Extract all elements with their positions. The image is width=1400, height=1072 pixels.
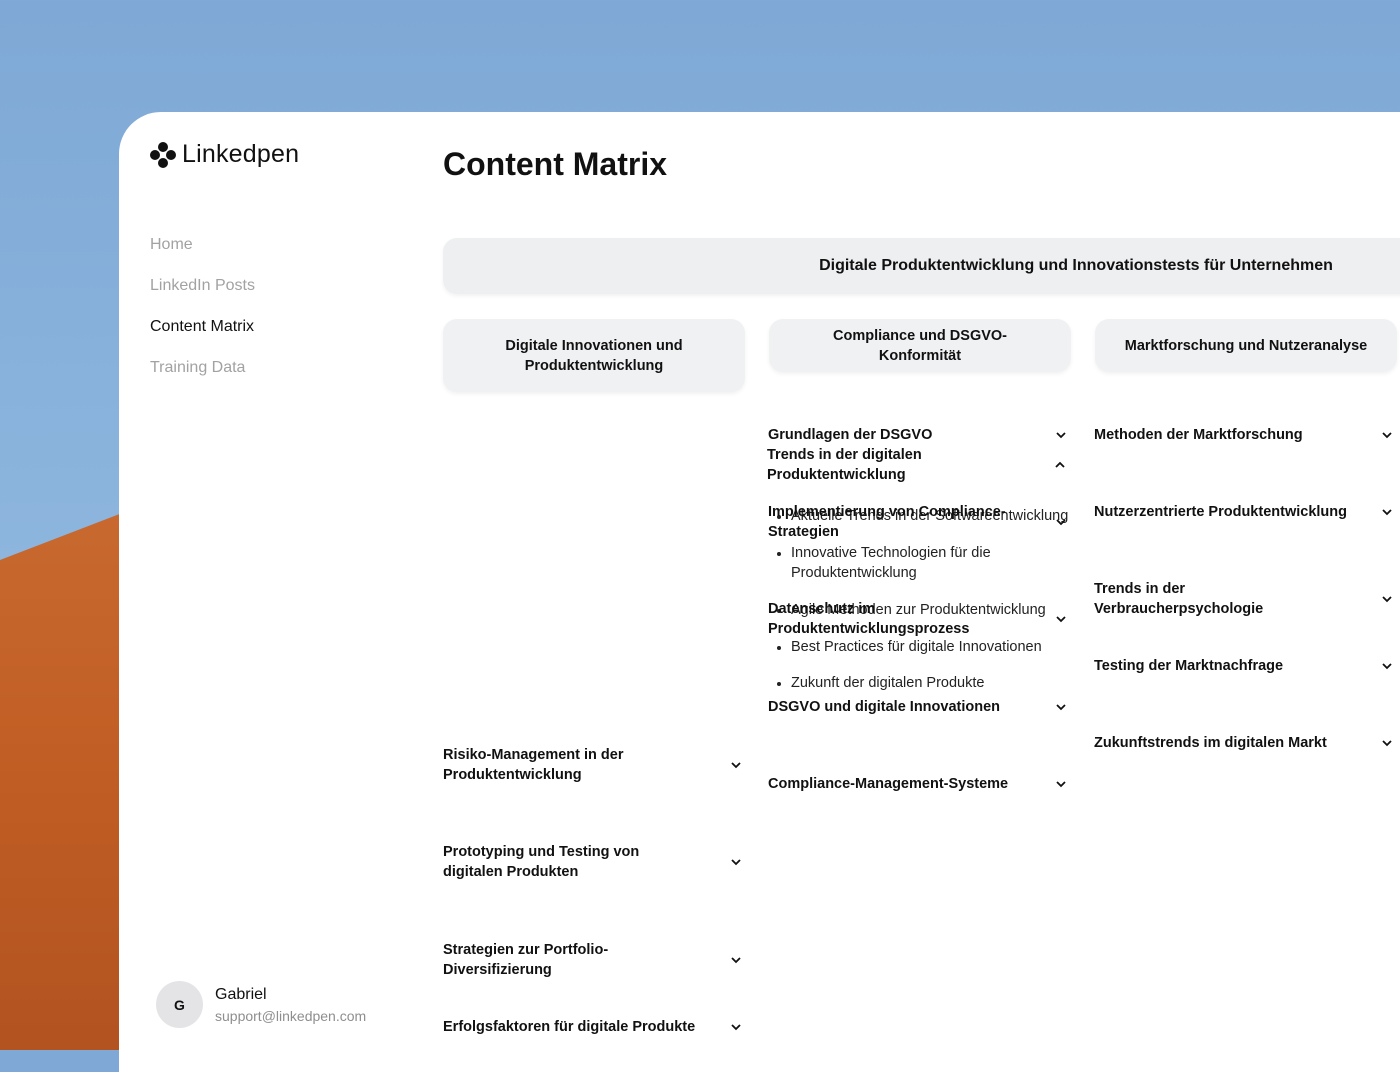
- chevron-down-icon: [1382, 663, 1392, 670]
- accordion-label: Testing der Marktnachfrage: [1094, 658, 1284, 674]
- chevron-down-icon: [1382, 509, 1392, 516]
- chevron-down-icon: [1382, 740, 1392, 747]
- accordion-item[interactable]: Nutzerzentrierte Produktentwicklung: [1094, 502, 1396, 522]
- chevron-down-icon: [731, 957, 741, 964]
- accordion-label: Trends in der digitalen Produktentwicklu…: [767, 447, 922, 483]
- accordion-item[interactable]: Compliance-Management-Systeme: [768, 774, 1070, 794]
- accordion-label: Erfolgsfaktoren für digitale Produkte: [443, 1019, 696, 1035]
- column-header: Compliance und DSGVO-Konformität: [769, 319, 1071, 372]
- accordion-label: Nutzerzentrierte Produktentwicklung: [1094, 504, 1347, 520]
- accordion-label: Implementierung von Compliance-Strategie…: [768, 504, 1006, 540]
- column-header: Marktforschung und Nutzeranalyse: [1095, 319, 1397, 372]
- accordion-item[interactable]: Erfolgsfaktoren für digitale Produkte: [443, 1017, 745, 1037]
- user-profile[interactable]: G Gabriel support@linkedpen.com: [156, 981, 366, 1028]
- user-name: Gabriel: [215, 985, 267, 1003]
- accordion-item[interactable]: Zukunftstrends im digitalen Markt: [1094, 733, 1396, 753]
- accordion-item[interactable]: DSGVO und digitale Innovationen: [768, 697, 1070, 717]
- nav-item-training-data[interactable]: Training Data: [150, 353, 255, 394]
- nav-item-content-matrix[interactable]: Content Matrix: [150, 312, 255, 353]
- accordion-item[interactable]: Strategien zur Portfolio-Diversifizierun…: [443, 940, 745, 980]
- accordion-label: Strategien zur Portfolio-Diversifizierun…: [443, 942, 609, 978]
- nav-item-linkedin-posts[interactable]: LinkedIn Posts: [150, 271, 255, 312]
- chevron-up-icon: [1055, 461, 1065, 468]
- logo-icon: [150, 141, 176, 168]
- sidebar-nav: Home LinkedIn Posts Content Matrix Train…: [150, 230, 255, 394]
- logo[interactable]: Linkedpen: [150, 140, 299, 169]
- topic-bar: Digitale Produktentwicklung und Innovati…: [443, 238, 1400, 294]
- column-3: Marktforschung und Nutzeranalyse: [1095, 319, 1397, 372]
- chevron-down-icon: [1382, 432, 1392, 439]
- column-1: Digitale Innovationen und Produktentwick…: [443, 319, 745, 392]
- accordion-label: Prototyping und Testing von digitalen Pr…: [443, 844, 640, 880]
- accordion-item[interactable]: Prototyping und Testing von digitalen Pr…: [443, 842, 745, 882]
- accordion-label: Zukunftstrends im digitalen Markt: [1094, 735, 1327, 751]
- list-item[interactable]: Zukunft der digitalen Produkte: [777, 673, 1071, 693]
- accordion-item[interactable]: Trends in der Verbraucherpsychologie: [1094, 579, 1396, 619]
- accordion-item[interactable]: Trends in der digitalen Produktentwicklu…: [767, 445, 1069, 485]
- topic-title: Digitale Produktentwicklung und Innovati…: [819, 257, 1333, 274]
- list-item[interactable]: Best Practices für digitale Innovationen: [777, 637, 1071, 657]
- accordion-item[interactable]: Testing der Marktnachfrage: [1094, 656, 1396, 676]
- accordion-label: DSGVO und digitale Innovationen: [768, 699, 1001, 715]
- brand-name: Linkedpen: [182, 140, 300, 168]
- sidebar: Linkedpen Home LinkedIn Posts Content Ma…: [119, 112, 409, 1072]
- user-email: support@linkedpen.com: [215, 1007, 367, 1024]
- list-item[interactable]: Innovative Technologien für die Produkte…: [777, 543, 1021, 583]
- accordion-item[interactable]: Methoden der Marktforschung: [1094, 425, 1396, 445]
- chevron-down-icon: [731, 762, 741, 769]
- chevron-down-icon: [1382, 596, 1392, 603]
- column-header: Digitale Innovationen und Produktentwick…: [443, 319, 745, 392]
- accordion-label: Methoden der Marktforschung: [1094, 427, 1303, 443]
- accordion-item[interactable]: Risiko-Management in der Produktentwickl…: [443, 745, 745, 785]
- accordion-label: Compliance-Management-Systeme: [768, 776, 1009, 792]
- chevron-down-icon: [1056, 616, 1066, 623]
- chevron-down-icon: [1056, 519, 1066, 526]
- avatar: G: [156, 981, 203, 1028]
- chevron-down-icon: [731, 1024, 741, 1031]
- chevron-down-icon: [1056, 704, 1066, 711]
- accordion-label: Risiko-Management in der Produktentwickl…: [443, 747, 624, 783]
- page-title: Content Matrix: [443, 146, 667, 182]
- accordion-label: Grundlagen der DSGVO: [768, 427, 933, 443]
- accordion-item[interactable]: Implementierung von Compliance-Strategie…: [768, 502, 1070, 542]
- app-window: Linkedpen Home LinkedIn Posts Content Ma…: [119, 112, 1400, 1072]
- nav-item-home[interactable]: Home: [150, 230, 255, 271]
- chevron-down-icon: [1056, 781, 1066, 788]
- accordion-label: Trends in der Verbraucherpsychologie: [1094, 581, 1264, 617]
- chevron-down-icon: [731, 859, 741, 866]
- chevron-down-icon: [1056, 432, 1066, 439]
- accordion-item[interactable]: Datenschutz im Produktentwicklungsprozes…: [768, 599, 1070, 639]
- accordion-label: Datenschutz im Produktentwicklungsprozes…: [768, 601, 970, 637]
- accordion-item[interactable]: Grundlagen der DSGVO: [768, 425, 1070, 445]
- column-2: Compliance und DSGVO-Konformität: [769, 319, 1071, 372]
